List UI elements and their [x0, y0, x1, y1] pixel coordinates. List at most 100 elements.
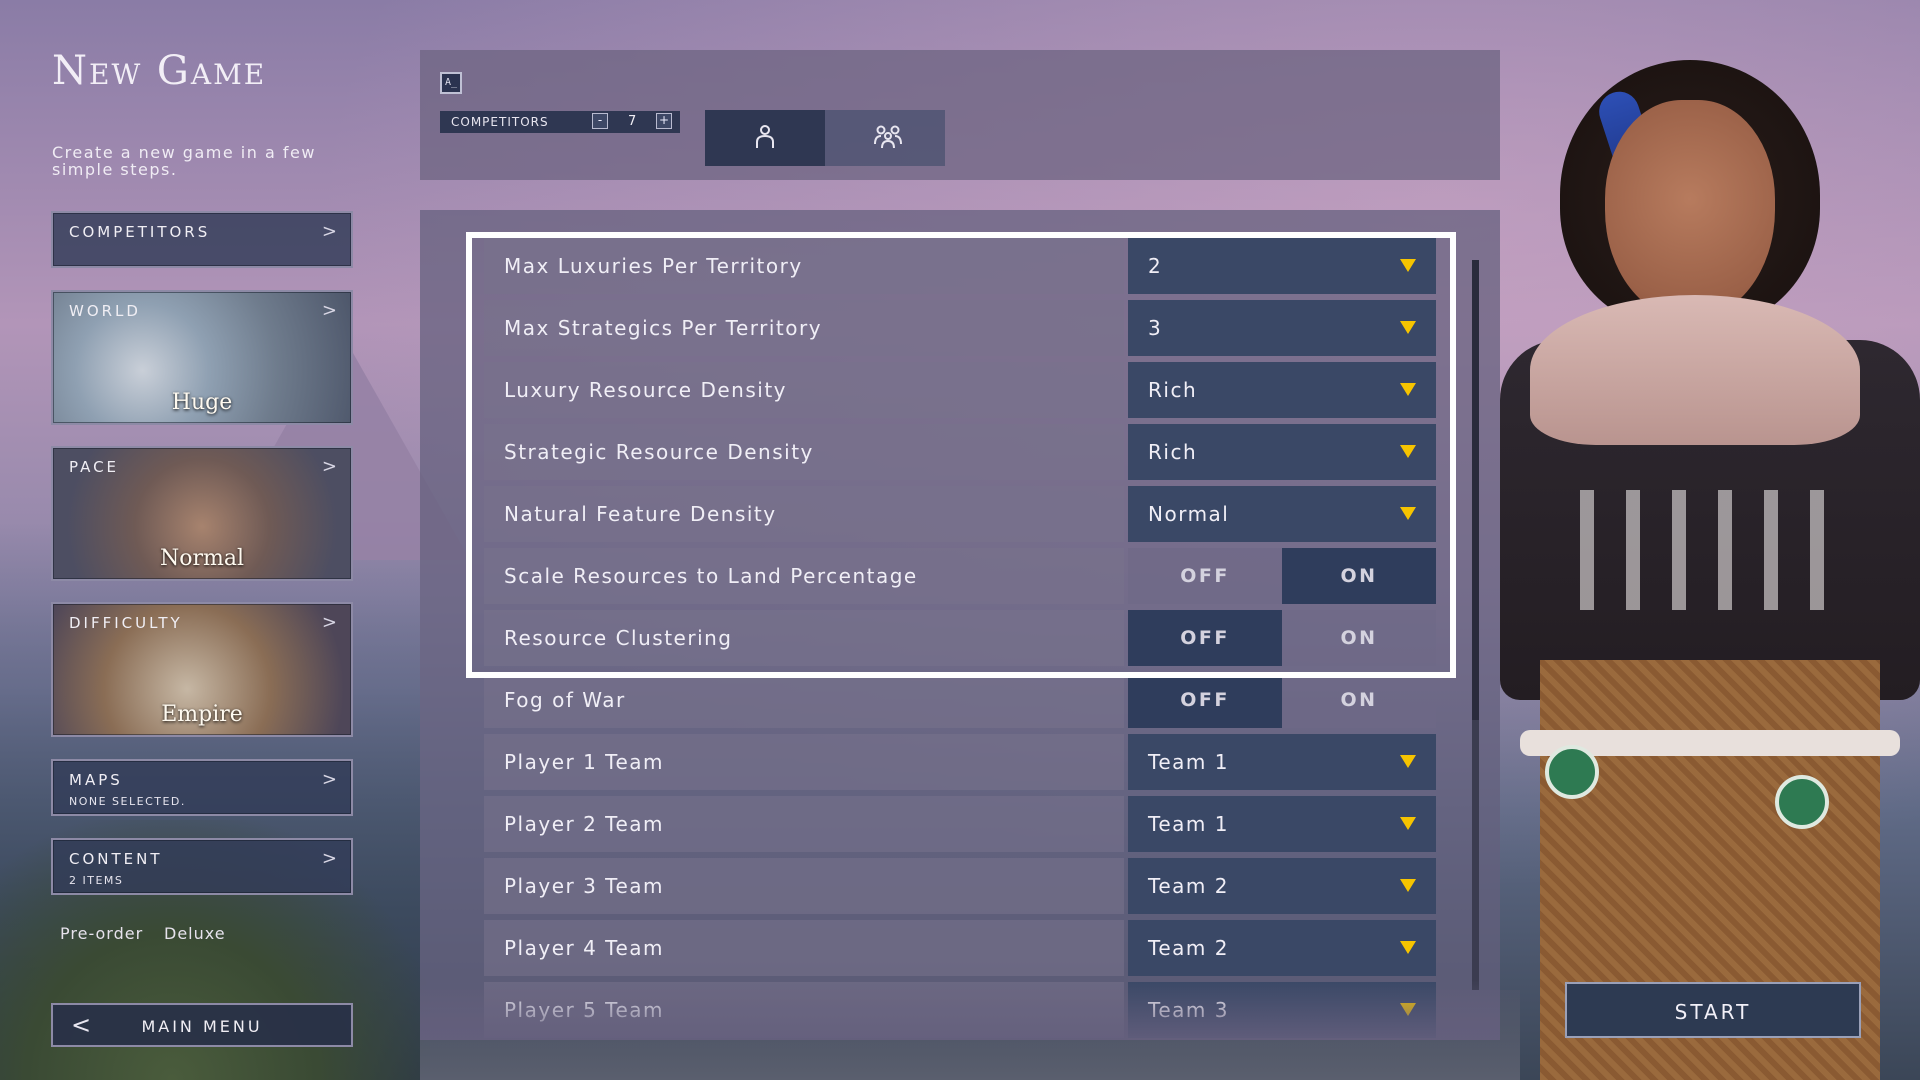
competitors-count: 7 — [628, 114, 637, 129]
caret-down-icon — [1400, 259, 1416, 272]
setting-label: Natural Feature Density — [484, 486, 1124, 542]
toggle-on-option[interactable]: ON — [1282, 548, 1436, 604]
leader-ornament — [1545, 745, 1599, 799]
caret-down-icon — [1400, 445, 1416, 458]
edition-preorder: Pre-order — [60, 924, 144, 943]
dropdown-value: Team 1 — [1148, 812, 1229, 836]
chevron-right-icon: > — [321, 456, 337, 477]
setting-label: Player 3 Team — [484, 858, 1124, 914]
maps-card[interactable]: MAPS NONE SELECTED. > — [51, 759, 353, 816]
leader-face — [1605, 100, 1775, 320]
page-title: New Game — [52, 48, 267, 94]
content-card-sub: 2 ITEMS — [69, 874, 124, 887]
chevron-right-icon: > — [321, 769, 337, 790]
setting-toggle: OFF ON — [1128, 672, 1436, 728]
settings-scrollbar[interactable] — [1472, 260, 1479, 990]
game-setup-header: A_ COMPETITORS - 7 + — [420, 50, 1500, 180]
dropdown-value: 2 — [1148, 254, 1163, 278]
maps-card-label: MAPS — [69, 771, 123, 789]
main-menu-label: MAIN MENU — [141, 1017, 263, 1036]
setting-dropdown[interactable]: Team 2 — [1128, 858, 1436, 914]
content-card-label: CONTENT — [69, 850, 163, 868]
console-icon[interactable]: A_ — [440, 72, 462, 94]
start-label: START — [1674, 1000, 1752, 1024]
toggle-on-option[interactable]: ON — [1282, 672, 1436, 728]
setting-dropdown[interactable]: Team 1 — [1128, 734, 1436, 790]
pace-card-value: Normal — [159, 546, 245, 571]
world-card[interactable]: WORLD > Huge — [51, 290, 353, 425]
caret-down-icon — [1400, 817, 1416, 830]
setting-row: Resource Clustering OFF ON — [484, 610, 1436, 666]
competitors-card[interactable]: COMPETITORS > — [51, 211, 353, 268]
setting-dropdown[interactable]: Team 3 — [1128, 982, 1436, 1038]
setting-row: Player 5 Team Team 3 — [484, 982, 1436, 1038]
setting-label: Player 2 Team — [484, 796, 1124, 852]
setting-row: Max Strategics Per Territory 3 — [484, 300, 1436, 356]
toggle-off-option[interactable]: OFF — [1128, 548, 1282, 604]
dropdown-value: Team 2 — [1148, 874, 1229, 898]
single-player-icon — [756, 125, 774, 148]
setting-label: Strategic Resource Density — [484, 424, 1124, 480]
dropdown-value: 3 — [1148, 316, 1163, 340]
dropdown-value: Team 1 — [1148, 750, 1229, 774]
caret-down-icon — [1400, 507, 1416, 520]
dropdown-value: Team 3 — [1148, 998, 1229, 1022]
pace-card[interactable]: PACE > Normal — [51, 446, 353, 581]
difficulty-card-value: Empire — [161, 702, 243, 727]
setting-row: Fog of War OFF ON — [484, 672, 1436, 728]
main-menu-button[interactable]: < MAIN MENU — [51, 1003, 353, 1047]
world-card-label: WORLD — [69, 302, 141, 320]
decrement-button[interactable]: - — [592, 113, 608, 129]
toggle-off-option[interactable]: OFF — [1128, 672, 1282, 728]
caret-down-icon — [1400, 879, 1416, 892]
setting-dropdown[interactable]: 3 — [1128, 300, 1436, 356]
setting-label: Fog of War — [484, 672, 1124, 728]
setting-dropdown[interactable]: Rich — [1128, 362, 1436, 418]
tab-multiplayer[interactable] — [825, 110, 945, 166]
caret-down-icon — [1400, 941, 1416, 954]
toggle-on-option[interactable]: ON — [1282, 610, 1436, 666]
setting-row: Luxury Resource Density Rich — [484, 362, 1436, 418]
setting-row: Player 4 Team Team 2 — [484, 920, 1436, 976]
setting-dropdown[interactable]: 2 — [1128, 238, 1436, 294]
setting-dropdown[interactable]: Team 2 — [1128, 920, 1436, 976]
leader-ornament — [1775, 775, 1829, 829]
caret-down-icon — [1400, 321, 1416, 334]
leader-collar — [1530, 295, 1860, 445]
difficulty-card[interactable]: DIFFICULTY > Empire — [51, 602, 353, 737]
competitors-stepper-label: COMPETITORS — [451, 115, 549, 129]
pace-card-label: PACE — [69, 458, 120, 476]
edition-deluxe: Deluxe — [164, 924, 226, 943]
setting-row: Natural Feature Density Normal — [484, 486, 1436, 542]
setting-row: Player 1 Team Team 1 — [484, 734, 1436, 790]
caret-down-icon — [1400, 383, 1416, 396]
increment-button[interactable]: + — [656, 113, 672, 129]
chevron-right-icon: > — [321, 612, 337, 633]
start-button[interactable]: START — [1565, 982, 1861, 1038]
page-subtitle: Create a new game in a few simple steps. — [52, 143, 316, 179]
multiplayer-icon — [874, 125, 902, 149]
player-mode-tabs — [705, 110, 945, 166]
dropdown-value: Rich — [1148, 378, 1198, 402]
setting-dropdown[interactable]: Normal — [1128, 486, 1436, 542]
setting-row: Player 3 Team Team 2 — [484, 858, 1436, 914]
setting-label: Luxury Resource Density — [484, 362, 1124, 418]
dropdown-value: Normal — [1148, 502, 1230, 526]
competitors-card-label: COMPETITORS — [69, 223, 211, 241]
leader-portrait — [1500, 40, 1920, 1080]
chevron-right-icon: > — [321, 300, 337, 321]
toggle-off-option[interactable]: OFF — [1128, 610, 1282, 666]
content-card[interactable]: CONTENT 2 ITEMS > — [51, 838, 353, 895]
setting-dropdown[interactable]: Team 1 — [1128, 796, 1436, 852]
dropdown-value: Team 2 — [1148, 936, 1229, 960]
scrollbar-thumb[interactable] — [1472, 260, 1479, 720]
setting-row: Player 2 Team Team 1 — [484, 796, 1436, 852]
setting-row: Scale Resources to Land Percentage OFF ON — [484, 548, 1436, 604]
tab-single-player[interactable] — [705, 110, 825, 166]
setting-row: Max Luxuries Per Territory 2 — [484, 238, 1436, 294]
chevron-right-icon: > — [321, 848, 337, 869]
setting-dropdown[interactable]: Rich — [1128, 424, 1436, 480]
chevron-right-icon: > — [321, 221, 337, 242]
leader-vest-pattern — [1580, 490, 1840, 610]
competitors-stepper: COMPETITORS - 7 + — [440, 111, 680, 133]
